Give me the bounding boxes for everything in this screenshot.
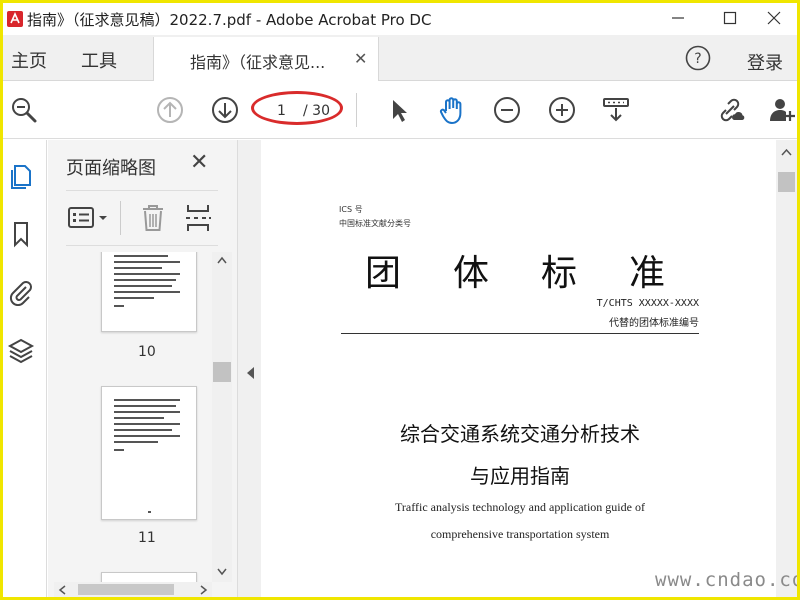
zoom-out-icon[interactable] xyxy=(492,95,522,125)
window-title: 指南》（征求意见稿）2022.7.pdf - Adobe Acrobat Pro… xyxy=(27,11,432,29)
ics-number: ICS 号 xyxy=(339,205,363,214)
panel-toolbar xyxy=(66,190,218,246)
select-cursor-icon[interactable] xyxy=(384,95,414,125)
login-button[interactable]: 登录 xyxy=(747,49,783,75)
thumbnail-options-icon[interactable] xyxy=(68,205,112,231)
minimize-icon xyxy=(672,17,684,19)
document-tab-label: 指南》（征求意见... xyxy=(190,53,326,72)
panel-collapse-strip[interactable] xyxy=(237,140,261,597)
thumbnail-vertical-scrollbar[interactable] xyxy=(212,252,232,582)
acrobat-window: 指南》（征求意见稿）2022.7.pdf - Adobe Acrobat Pro… xyxy=(3,3,797,597)
page-thumbnails-icon[interactable] xyxy=(7,162,35,190)
close-icon xyxy=(767,11,781,25)
next-page-icon[interactable] xyxy=(210,95,240,125)
page-thumbnail[interactable] xyxy=(101,386,197,520)
title-bar: 指南》（征求意见稿）2022.7.pdf - Adobe Acrobat Pro… xyxy=(3,3,797,35)
thumbnail-panel: 页面缩略图 ✕ 10 11 xyxy=(48,140,237,597)
add-user-icon[interactable] xyxy=(767,95,797,125)
pdf-page: ICS 号 中国标准文献分类号 团体标准 T/CHTS XXXXX-XXXX 代… xyxy=(261,140,776,597)
svg-text:?: ? xyxy=(694,51,701,67)
page-thumbnail[interactable] xyxy=(101,252,197,332)
minimize-button[interactable] xyxy=(655,3,701,33)
close-window-button[interactable] xyxy=(751,3,797,33)
thumbnail-horizontal-scrollbar[interactable] xyxy=(54,582,212,597)
current-page-input[interactable]: 1 xyxy=(277,103,286,119)
panel-tool-divider xyxy=(120,201,121,235)
layers-icon[interactable] xyxy=(7,336,35,364)
navigation-rail xyxy=(3,140,47,597)
zoom-in-icon[interactable] xyxy=(547,95,577,125)
close-tab-button[interactable]: ✕ xyxy=(354,49,367,68)
maximize-icon xyxy=(723,11,737,25)
thumbnail-page-number: 10 xyxy=(138,344,156,360)
english-title-line-2: comprehensive transportation system xyxy=(430,527,610,541)
panel-title: 页面缩略图 xyxy=(66,158,156,179)
replacement-note: 代替的团体标准编号 xyxy=(609,318,699,329)
scroll-thumb[interactable] xyxy=(213,362,231,382)
zoom-search-icon[interactable] xyxy=(9,95,39,125)
tab-home[interactable]: 主页 xyxy=(11,47,47,73)
tab-document[interactable]: 指南》（征求意见... ✕ xyxy=(153,37,379,81)
doc-scroll-thumb[interactable] xyxy=(778,172,795,192)
maximize-button[interactable] xyxy=(707,3,753,33)
chinese-title-line-1: 综合交通系统交通分析技术 xyxy=(400,422,640,446)
share-link-icon[interactable] xyxy=(715,95,745,125)
thumbnail-page-number: 11 xyxy=(138,530,156,546)
acrobat-logo-icon xyxy=(7,11,23,27)
horizontal-scroll-thumb[interactable] xyxy=(78,584,174,595)
classification-number: 中国标准文献分类号 xyxy=(339,219,411,228)
help-icon[interactable]: ? xyxy=(685,45,711,71)
doc-scroll-up-arrow-icon[interactable] xyxy=(781,148,792,156)
attachment-icon[interactable] xyxy=(7,278,35,306)
english-title-line-1: Traffic analysis technology and applicat… xyxy=(395,500,645,514)
total-pages: / 30 xyxy=(303,103,330,119)
scroll-mode-icon[interactable] xyxy=(601,95,631,125)
hand-tool-icon[interactable] xyxy=(437,95,467,125)
scroll-left-arrow-icon[interactable] xyxy=(58,585,66,595)
document-view: ICS 号 中国标准文献分类号 团体标准 T/CHTS XXXXX-XXXX 代… xyxy=(261,140,797,597)
tab-tools[interactable]: 工具 xyxy=(81,47,117,73)
toolbar: 1 / 30 xyxy=(3,81,797,139)
bookmark-icon[interactable] xyxy=(7,220,35,248)
site-watermark: www.cndao.com xyxy=(655,569,797,591)
chinese-title-line-2: 与应用指南 xyxy=(470,464,570,488)
page-number-field[interactable]: 1 / 30 xyxy=(263,97,337,123)
scroll-up-arrow-icon[interactable] xyxy=(217,256,227,264)
collapse-panel-arrow-icon[interactable] xyxy=(245,366,255,380)
close-panel-button[interactable]: ✕ xyxy=(190,150,208,175)
standard-heading: 团体标准 xyxy=(365,253,718,294)
header-rule xyxy=(341,333,699,334)
scroll-down-arrow-icon[interactable] xyxy=(217,568,227,576)
page-thumbnail[interactable] xyxy=(101,572,197,582)
toolbar-divider xyxy=(356,93,357,127)
document-vertical-scrollbar[interactable] xyxy=(776,140,797,597)
thumbnail-list: 10 11 xyxy=(48,252,218,582)
insert-page-icon[interactable] xyxy=(184,203,212,233)
scroll-right-arrow-icon[interactable] xyxy=(200,585,208,595)
previous-page-icon[interactable] xyxy=(155,95,185,125)
tab-bar: 主页 工具 指南》（征求意见... ✕ ? 登录 xyxy=(3,35,797,81)
delete-page-icon[interactable] xyxy=(140,203,166,233)
standard-code: T/CHTS XXXXX-XXXX xyxy=(596,298,699,309)
